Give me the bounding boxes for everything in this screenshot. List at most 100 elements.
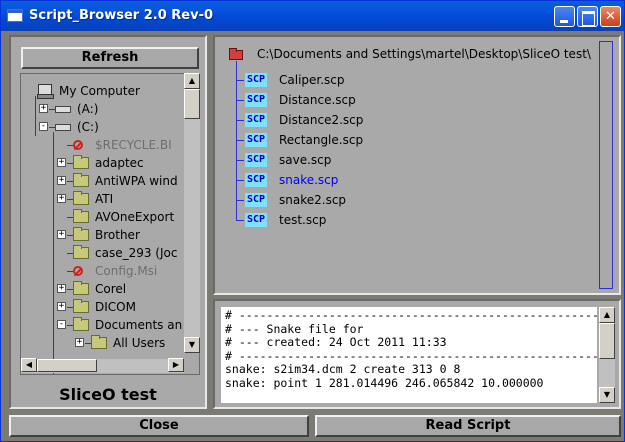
file-list-item[interactable]: SCP Distance2.scp xyxy=(236,111,577,129)
file-list-item[interactable]: SCP Caliper.scp xyxy=(236,71,577,89)
tree-item[interactable]: My Computer xyxy=(21,82,196,100)
scp-file-icon: SCP xyxy=(245,113,267,127)
expand-icon[interactable]: + xyxy=(57,302,66,311)
hard-drive-icon xyxy=(55,124,71,131)
read-script-button[interactable]: Read Script xyxy=(315,415,621,437)
window-title: Script_Browser 2.0 Rev-0 xyxy=(29,8,214,23)
expand-icon[interactable]: + xyxy=(57,158,66,167)
tree-item[interactable]: + All Users xyxy=(21,334,196,352)
file-list-item[interactable]: SCP snake.scp xyxy=(236,171,577,189)
tree-item[interactable]: + ATI xyxy=(21,190,196,208)
expand-icon[interactable]: + xyxy=(57,284,66,293)
expand-icon[interactable]: + xyxy=(57,194,66,203)
expand-icon[interactable]: + xyxy=(75,338,84,347)
expand-icon[interactable]: + xyxy=(57,176,66,185)
tree-item[interactable]: + (A:) xyxy=(21,100,196,118)
tree-item-label: (C:) xyxy=(77,120,99,134)
file-name: snake.scp xyxy=(279,173,339,187)
tree-connector xyxy=(236,220,244,221)
file-list-scrollbar[interactable] xyxy=(599,41,613,289)
tree-item[interactable]: + adaptec xyxy=(21,154,196,172)
file-list-item[interactable]: SCP save.scp xyxy=(236,151,577,169)
tree-item[interactable]: $RECYCLE.BI xyxy=(21,136,196,154)
folder-icon xyxy=(73,317,89,331)
tree-connector xyxy=(236,100,244,101)
close-button[interactable]: Close xyxy=(9,415,309,437)
script-preview-text[interactable]: # --------------------------------------… xyxy=(221,307,597,403)
tree-item-label: All Users xyxy=(113,336,166,350)
tree-horizontal-scrollbar[interactable]: ◀ ▶ xyxy=(21,358,184,373)
tree-item[interactable]: - (C:) xyxy=(21,118,196,136)
scroll-up-arrow-icon[interactable]: ▲ xyxy=(184,73,200,89)
file-list-item[interactable]: SCP Distance.scp xyxy=(236,91,577,109)
file-name: save.scp xyxy=(279,153,332,167)
refresh-button[interactable]: Refresh xyxy=(21,47,199,69)
scroll-thumb[interactable] xyxy=(599,323,615,359)
folder-icon xyxy=(73,155,89,169)
tree-vertical-scrollbar[interactable]: ▲ ▼ xyxy=(184,73,200,353)
tree-item[interactable]: + Corel xyxy=(21,280,196,298)
file-name: Distance2.scp xyxy=(279,113,364,127)
scp-file-icon: SCP xyxy=(245,213,267,227)
script-line: snake: point 1 281.014496 246.065842 10.… xyxy=(225,375,544,390)
file-name: Rectangle.scp xyxy=(279,133,364,147)
folder-icon xyxy=(73,227,89,241)
scroll-right-arrow-icon[interactable]: ▶ xyxy=(168,358,184,372)
tree-item[interactable]: case_293 (Joc xyxy=(21,244,196,262)
tree-item[interactable]: + DICOM xyxy=(21,298,196,316)
scroll-up-arrow-icon[interactable]: ▲ xyxy=(599,307,615,323)
tree-item-label: Corel xyxy=(95,282,127,296)
title-bar[interactable]: Script_Browser 2.0 Rev-0 ✕ xyxy=(1,1,624,31)
file-list-item[interactable]: SCP Rectangle.scp xyxy=(236,131,577,149)
script-line: snake: s2im34.dcm 2 create 313 0 8 xyxy=(225,362,461,376)
directory-tree[interactable]: My Computer + (A:) - (C:) $RECYCLE.BI + adaptec… xyxy=(20,73,200,375)
scroll-thumb[interactable] xyxy=(184,89,200,119)
scroll-thumb[interactable] xyxy=(37,359,97,372)
script-line: # --- created: 24 Oct 2011 11:33 xyxy=(225,335,447,349)
file-list[interactable]: C:\Documents and Settings\martel\Desktop… xyxy=(215,37,619,293)
script-line: # --------------------------------------… xyxy=(225,348,597,363)
collapse-icon[interactable]: - xyxy=(39,122,48,131)
preview-vertical-scrollbar[interactable]: ▲ ▼ xyxy=(599,307,615,403)
app-window: Script_Browser 2.0 Rev-0 ✕ Refresh My Co… xyxy=(0,0,625,442)
expand-icon[interactable]: + xyxy=(39,104,48,113)
scp-file-icon: SCP xyxy=(245,73,267,87)
scp-file-icon: SCP xyxy=(245,133,267,147)
minimize-button[interactable] xyxy=(554,6,575,27)
tree-item[interactable]: AVOneExport xyxy=(21,208,196,226)
tree-item-label: DICOM xyxy=(95,300,136,314)
tree-connector xyxy=(236,80,244,81)
file-list-item[interactable]: SCP snake2.scp xyxy=(236,191,577,209)
scp-file-icon: SCP xyxy=(245,93,267,107)
close-window-button[interactable]: ✕ xyxy=(600,6,621,27)
tree-item-label: Documents an xyxy=(95,318,183,332)
tree-item[interactable]: Config.Msi xyxy=(21,262,196,280)
scroll-down-arrow-icon[interactable]: ▼ xyxy=(184,337,200,353)
no-access-folder-icon xyxy=(73,266,83,276)
no-access-folder-icon xyxy=(73,140,83,150)
tree-item[interactable]: + AntiWPA wind xyxy=(21,172,196,190)
app-icon xyxy=(7,9,23,22)
maximize-button[interactable] xyxy=(577,6,598,27)
folder-icon xyxy=(73,299,89,313)
file-name: snake2.scp xyxy=(279,193,347,207)
file-name: Distance.scp xyxy=(279,93,356,107)
script-line: # --------------------------------------… xyxy=(225,308,597,322)
current-folder-caption: SliceO test xyxy=(59,385,157,404)
tree-item-label: case_293 (Joc xyxy=(95,246,178,260)
tree-item[interactable]: - Documents an xyxy=(21,316,196,334)
tree-item-label: (A:) xyxy=(77,102,99,116)
scp-file-icon: SCP xyxy=(245,193,267,207)
scroll-down-arrow-icon[interactable]: ▼ xyxy=(599,387,615,403)
tree-item-label: AVOneExport xyxy=(95,210,175,224)
file-name: test.scp xyxy=(279,213,327,227)
tree-item[interactable]: + Brother xyxy=(21,226,196,244)
expand-icon[interactable]: + xyxy=(57,230,66,239)
collapse-icon[interactable]: - xyxy=(57,320,66,329)
directory-path: C:\Documents and Settings\martel\Desktop… xyxy=(257,47,591,61)
tree-item-label: Brother xyxy=(95,228,140,242)
scroll-left-arrow-icon[interactable]: ◀ xyxy=(21,358,37,372)
folder-icon xyxy=(91,335,107,349)
file-name: Caliper.scp xyxy=(279,73,345,87)
file-list-item[interactable]: SCP test.scp xyxy=(236,211,577,229)
